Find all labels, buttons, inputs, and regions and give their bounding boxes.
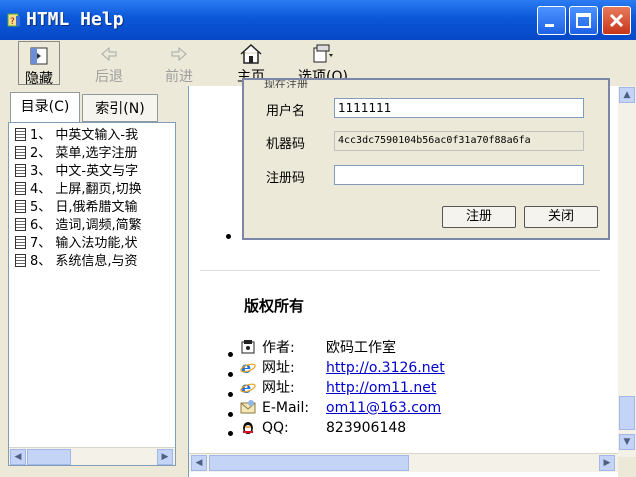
hide-label: 隐藏 <box>25 71 53 87</box>
list-bullet <box>226 234 231 239</box>
back-button[interactable]: 后退 <box>88 40 130 86</box>
back-arrow-icon <box>101 46 117 62</box>
website-link-2[interactable]: http://om11.net <box>326 380 436 396</box>
list-bullet <box>228 431 233 436</box>
content-vertical-scrollbar[interactable]: ▲ ▼ <box>618 86 636 457</box>
registration-code-label: 注册码 <box>266 171 306 186</box>
topic-page-icon <box>15 182 26 195</box>
home-icon <box>240 43 262 64</box>
username-label: 用户名 <box>266 104 306 119</box>
qq-penguin-icon <box>243 422 253 434</box>
close-window-button[interactable] <box>602 6 631 35</box>
forward-label: 前进 <box>165 69 193 85</box>
internet-explorer-icon: e <box>240 359 256 375</box>
scroll-right-icon[interactable]: ▶ <box>599 455 615 471</box>
qq-value: 823906148 <box>326 420 407 436</box>
list-bullet <box>228 372 233 377</box>
tab-index[interactable]: 索引(N) <box>82 94 158 122</box>
scroll-left-icon[interactable]: ◀ <box>10 449 26 465</box>
help-book-icon: ? <box>7 13 20 27</box>
author-value: 欧码工作室 <box>326 340 396 356</box>
scroll-right-icon[interactable]: ▶ <box>157 449 173 465</box>
scroll-thumb[interactable] <box>619 396 635 430</box>
author-card-icon <box>241 340 255 354</box>
toc-item[interactable]: 7、 输入法功能,状 <box>15 235 169 253</box>
email-link[interactable]: om11@163.com <box>326 400 441 416</box>
website-link-1[interactable]: http://o.3126.net <box>326 360 445 376</box>
topic-page-icon <box>15 146 26 159</box>
topic-page-icon <box>15 164 26 177</box>
author-label: 作者: <box>262 340 295 356</box>
internet-explorer-icon: e <box>240 379 256 395</box>
tab-contents[interactable]: 目录(C) <box>10 92 80 122</box>
registration-dialog-screenshot: 现在注册 用户名 1111111 机器码 4cc3dc7590104b56ac0… <box>242 78 610 240</box>
topic-page-icon <box>15 218 26 231</box>
qq-label: QQ: <box>262 420 289 436</box>
machine-code-field: 4cc3dc7590104b56ac0f31a70f88a6fa <box>334 131 584 151</box>
register-group-title: 现在注册 <box>264 80 308 88</box>
toc-item[interactable]: 8、 系统信息,与资 <box>15 253 169 271</box>
list-bullet <box>228 392 233 397</box>
maximize-button[interactable] <box>569 6 598 35</box>
contents-horizontal-scrollbar[interactable]: ◀ ▶ <box>9 447 175 465</box>
website-label: 网址: <box>262 360 295 376</box>
scroll-left-icon[interactable]: ◀ <box>191 455 207 471</box>
toc-item[interactable]: 3、 中文-英文与字 <box>15 163 169 181</box>
scroll-down-icon[interactable]: ▼ <box>619 434 635 450</box>
section-divider <box>200 270 600 271</box>
toc-item[interactable]: 4、 上屏,翻页,切换 <box>15 181 169 199</box>
window-title: HTML Help <box>26 9 124 30</box>
scroll-thumb[interactable] <box>27 449 71 465</box>
email-label: E-Mail: <box>262 400 310 416</box>
maximize-icon <box>576 13 591 28</box>
registration-code-field[interactable] <box>334 165 584 185</box>
copyright-heading: 版权所有 <box>244 297 305 315</box>
minimize-button[interactable] <box>537 6 566 35</box>
website-row: e 网址: http://o.3126.net <box>240 358 445 378</box>
svg-text:?: ? <box>10 17 15 27</box>
topic-page-icon <box>15 128 26 141</box>
dialog-close-button[interactable]: 关闭 <box>524 206 598 228</box>
forward-button[interactable]: 前进 <box>158 40 200 86</box>
hide-pane-icon <box>30 47 48 65</box>
forward-arrow-icon <box>171 46 187 62</box>
qq-row: QQ: 823906148 <box>240 418 406 438</box>
machine-code-label: 机器码 <box>266 137 306 152</box>
toc-item[interactable]: 5、 日,俄希腊文输 <box>15 199 169 217</box>
scroll-thumb[interactable] <box>209 455 409 471</box>
email-row: E-Mail: om11@163.com <box>240 398 441 418</box>
toc-item[interactable]: 1、 中英文输入-我 <box>15 127 169 145</box>
list-bullet <box>228 352 233 357</box>
content-horizontal-scrollbar[interactable]: ◀ ▶ <box>189 453 619 472</box>
website-label: 网址: <box>262 380 295 396</box>
topic-page-icon <box>15 236 26 249</box>
topic-page-icon <box>15 254 26 267</box>
username-field[interactable]: 1111111 <box>334 98 584 118</box>
scroll-up-icon[interactable]: ▲ <box>619 87 635 103</box>
contents-tree[interactable]: 1、 中英文输入-我 2、 菜单,选字注册 3、 中文-英文与字 4、 上屏,翻… <box>8 122 176 466</box>
topic-page-icon <box>15 200 26 213</box>
toc-item[interactable]: 6、 造词,调频,简繁 <box>15 217 169 235</box>
author-row: 作者: 欧码工作室 <box>240 338 396 358</box>
back-label: 后退 <box>95 69 123 85</box>
close-icon <box>609 13 624 28</box>
register-button[interactable]: 注册 <box>442 206 516 228</box>
list-bullet <box>228 412 233 417</box>
toc-item[interactable]: 2、 菜单,选字注册 <box>15 145 169 163</box>
email-icon <box>240 400 256 414</box>
website-row: e 网址: http://om11.net <box>240 378 436 398</box>
hide-button[interactable]: 隐藏 <box>18 41 60 87</box>
options-icon <box>313 44 333 63</box>
size-grip[interactable] <box>618 457 636 477</box>
minimize-icon <box>545 24 554 27</box>
